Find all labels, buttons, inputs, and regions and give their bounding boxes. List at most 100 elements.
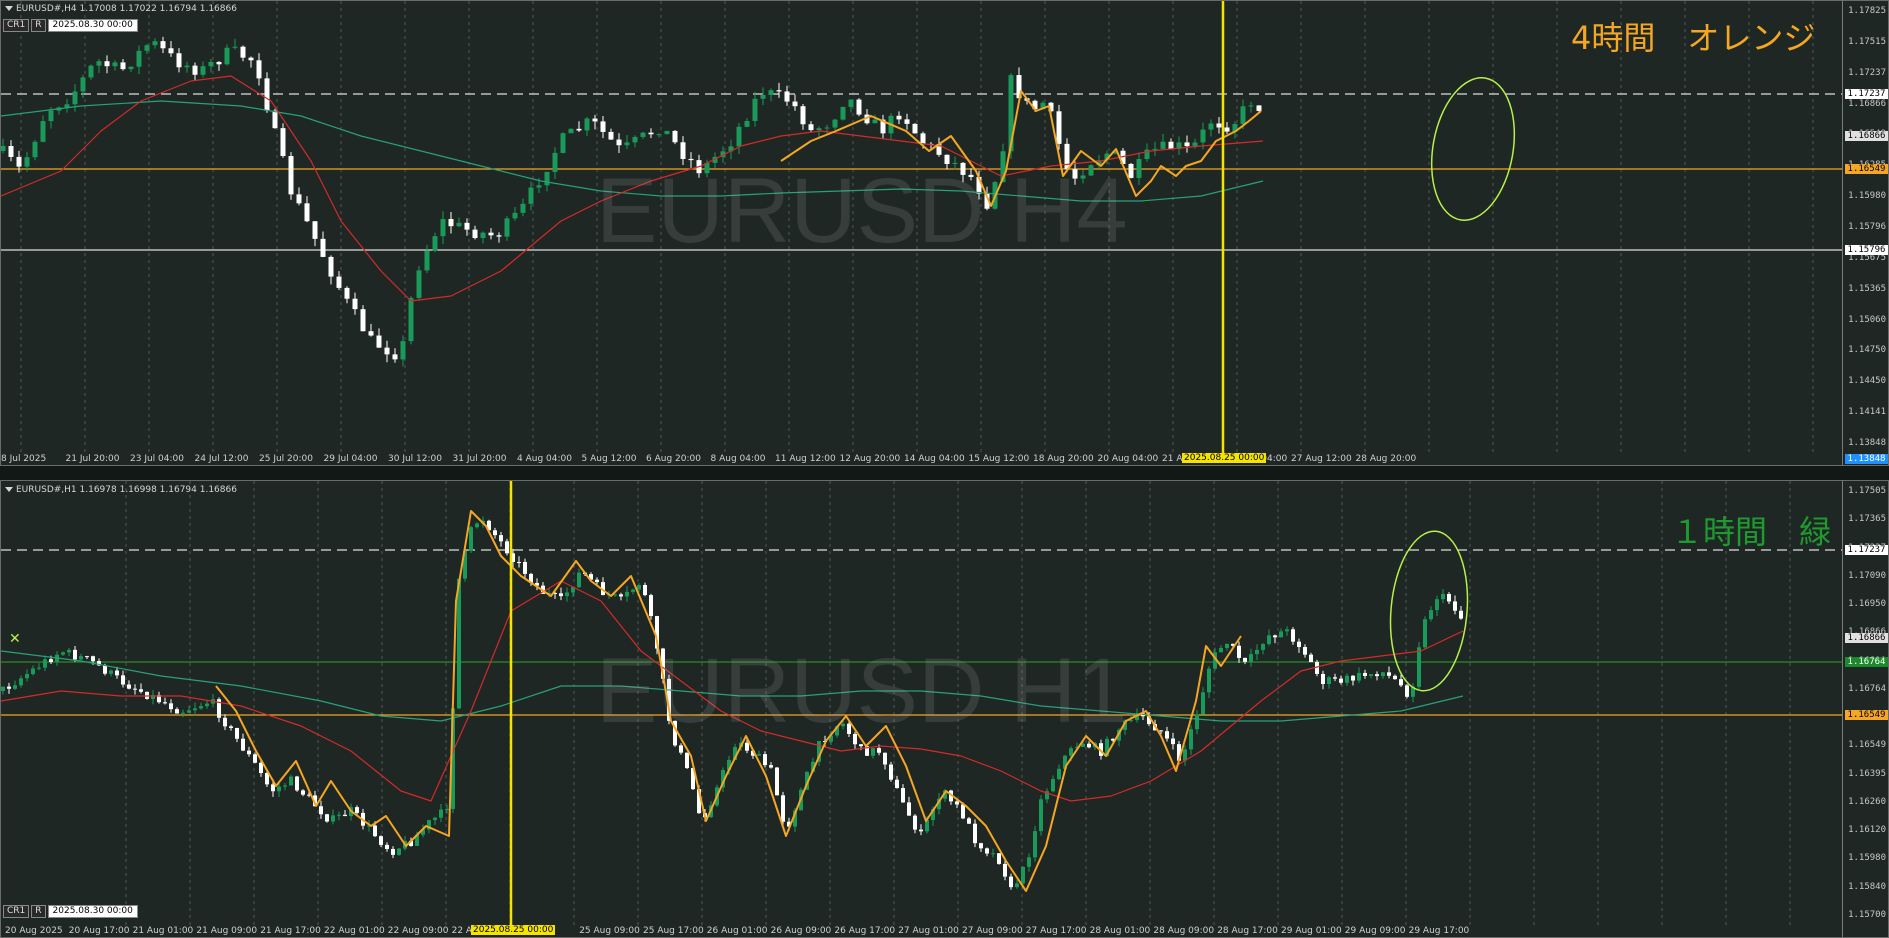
cr-label[interactable]: CR1 [3, 905, 30, 918]
candle-body [871, 748, 875, 756]
candle-body [1207, 668, 1211, 693]
candle-body [271, 784, 275, 792]
candle-body [904, 119, 910, 124]
h4-time-axis[interactable]: 8 Jul 2025 21 Jul 20:00 23 Jul 04:00 24 Jul… [1, 453, 1845, 465]
time-tick-label: 22 A [451, 926, 473, 936]
candle-body [181, 712, 185, 714]
candle-body [889, 764, 893, 780]
candle-body [391, 848, 395, 855]
candle-body [568, 128, 574, 134]
h1-annotation-text: １時間 緑 [1671, 513, 1832, 551]
candle-body [121, 675, 125, 685]
time-tick-label: 22 Aug 01:00 [324, 926, 385, 936]
candle-body [1363, 672, 1367, 676]
candle-body [187, 710, 191, 713]
time-tick-label: 27 Aug 09:00 [962, 926, 1023, 936]
candle-body [1160, 141, 1166, 149]
candle-body [144, 45, 150, 51]
candle-body [152, 41, 158, 46]
candle-body [1056, 111, 1062, 144]
candle-body [1216, 123, 1222, 128]
candle-body [328, 256, 334, 277]
candle-body [256, 60, 262, 79]
candle-body [259, 762, 263, 774]
candle-body [272, 110, 278, 129]
candle-body [91, 656, 95, 662]
candle-body [445, 808, 449, 810]
candle-body [640, 132, 646, 137]
candle-body [584, 118, 590, 131]
candle-body [24, 157, 30, 167]
candle-body [360, 309, 366, 332]
candle-body [448, 219, 454, 227]
candle-body [1168, 141, 1174, 149]
candle-body [1033, 831, 1037, 858]
h4-price-axis[interactable]: 1.178251.175151.172371.168661.165491.162… [1842, 1, 1888, 465]
r-label[interactable]: R [31, 905, 46, 918]
candle-body [1393, 675, 1397, 680]
candle-body [400, 341, 406, 360]
candle-body [319, 806, 323, 815]
candle-body [1261, 644, 1265, 650]
candle-body [504, 218, 510, 237]
candle-body [768, 90, 774, 95]
h1-time-axis[interactable]: 20 Aug 2025 20 Aug 17:00 21 Aug 01:00 21 Au… [1, 925, 1845, 937]
candle-body [1224, 127, 1230, 132]
candle-body [576, 128, 582, 131]
candle-body [840, 106, 846, 120]
candle-body [247, 750, 251, 755]
price-level-tag: 1.16764 [1845, 657, 1888, 667]
candle-body [784, 91, 790, 102]
candle-body [229, 726, 233, 728]
candle-body [475, 523, 479, 528]
h4-annotation-text: 4時間 オレンジ [1571, 19, 1816, 57]
candle-body [385, 844, 389, 849]
candle-body [145, 691, 149, 699]
collapse-triangle-icon[interactable] [5, 487, 13, 492]
candle-body [592, 118, 598, 122]
candle-body [1248, 105, 1254, 107]
time-tick-label: 30 Jul 12:00 [388, 454, 442, 464]
h1-chart-pane[interactable]: EURUSD H1 １時間 緑 EURUSD#,H1 1.16978 1.169… [0, 480, 1889, 938]
candle-body [1255, 649, 1259, 655]
candle-body [1351, 675, 1355, 681]
candle-body [248, 57, 254, 61]
candle-body [1027, 857, 1031, 867]
time-tick-label: 26 Aug 17:00 [834, 926, 896, 936]
r-label[interactable]: R [31, 19, 46, 32]
time-tick-label: 24 Jul 12:00 [194, 454, 249, 464]
candle-body [1369, 674, 1373, 676]
candle-body [1003, 863, 1007, 877]
candle-body [104, 61, 110, 67]
candle-body [295, 776, 299, 791]
candle-body [72, 91, 78, 105]
h4-chart-pane[interactable]: EURUSD H4 4時間 オレンジ EURUSD#,H4 1.17008 1.… [0, 0, 1889, 466]
collapse-triangle-icon[interactable] [5, 6, 13, 11]
candle-body [757, 754, 761, 756]
candle-body [480, 232, 486, 239]
candle-body [624, 142, 630, 146]
price-level-tag: 1.16549 [1845, 164, 1888, 174]
candle-body [1339, 678, 1343, 683]
candle-body [67, 649, 71, 653]
candle-body [1297, 641, 1301, 648]
h1-price-axis[interactable]: 1.17505 1.17365 1.17237 1.17090 1.16950 1.168… [1842, 481, 1888, 937]
candle-body [43, 659, 47, 668]
candle-body [907, 802, 911, 816]
candle-body [1387, 672, 1391, 676]
candle-body [1256, 105, 1262, 111]
candle-body [763, 754, 767, 766]
candle-body [265, 773, 269, 785]
time-tick-label: 4 Aug 04:00 [517, 454, 572, 464]
candle-body [32, 141, 38, 158]
pane-separator[interactable] [0, 466, 1889, 480]
price-tick-label: 1.16120 [1848, 825, 1886, 836]
candle-body [1453, 601, 1457, 611]
crosshair-tool-icon[interactable]: ✕ [9, 631, 21, 647]
price-tick-label: 1.16950 [1848, 599, 1886, 610]
candle-body [1009, 876, 1013, 888]
cr-label[interactable]: CR1 [3, 19, 30, 32]
candle-body [877, 748, 881, 753]
h4-crosshair-box: CR1 R 2025.08.30 00:00 [3, 19, 138, 32]
candle-body [31, 668, 35, 675]
